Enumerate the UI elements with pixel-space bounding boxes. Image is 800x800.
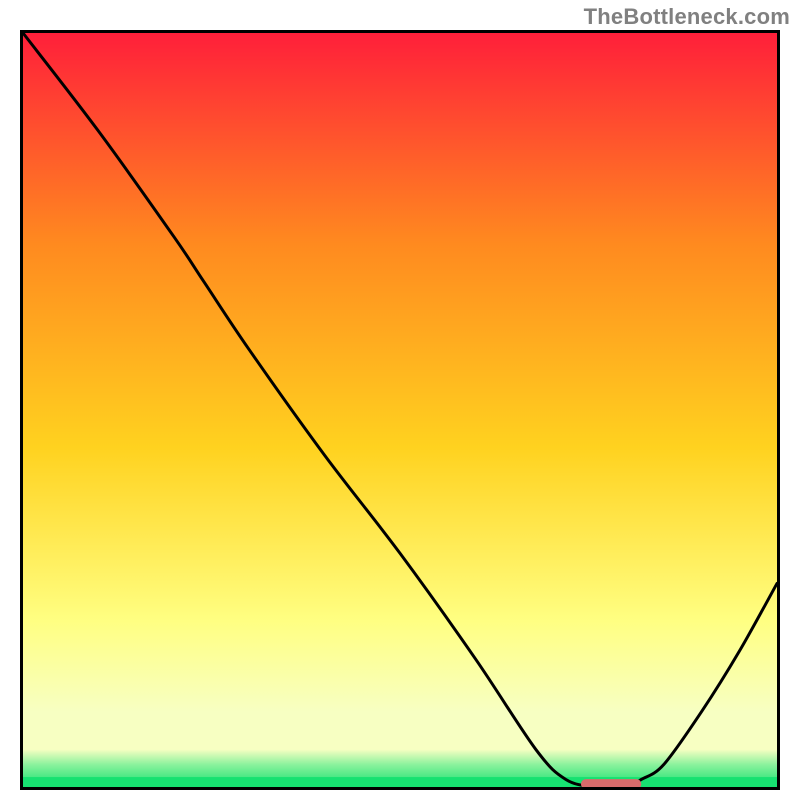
plot-svg <box>23 33 777 787</box>
chart-stage: TheBottleneck.com <box>0 0 800 800</box>
watermark-text: TheBottleneck.com <box>584 4 790 30</box>
gradient-background <box>23 33 777 787</box>
plot-frame <box>20 30 780 790</box>
optimal-range-marker <box>581 779 641 787</box>
baseline-green-strip <box>23 777 777 787</box>
